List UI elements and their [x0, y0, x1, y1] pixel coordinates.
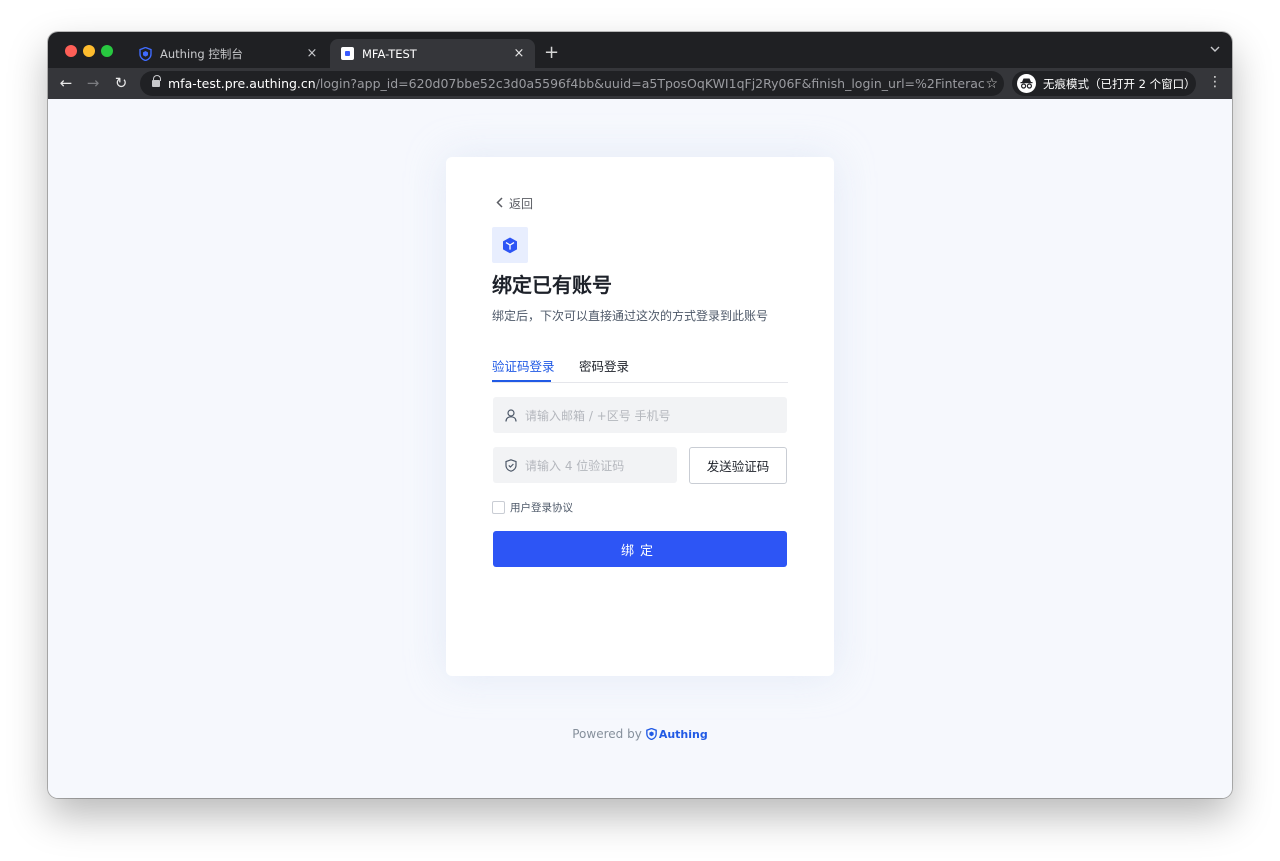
- title-bar: Authing 控制台 × MFA-TEST × +: [48, 32, 1232, 68]
- tab-search-chevron-icon[interactable]: [1210, 44, 1220, 55]
- account-placeholder: 请输入邮箱 / +区号 手机号: [525, 408, 671, 423]
- address-url: mfa-test.pre.authing.cn/login?app_id=620…: [168, 76, 985, 91]
- tab-close-icon[interactable]: ×: [511, 46, 527, 61]
- address-host: mfa-test.pre.authing.cn: [168, 76, 316, 91]
- tab-verification-code-login[interactable]: 验证码登录: [492, 356, 555, 375]
- powered-by-footer: Powered by Authing: [48, 727, 1232, 741]
- agreement-row: 用户登录协议: [492, 500, 573, 515]
- back-button[interactable]: ←: [57, 74, 75, 92]
- page-title: 绑定已有账号: [492, 273, 612, 297]
- tab-title: Authing 控制台: [160, 46, 243, 61]
- shield-check-icon: [504, 458, 518, 472]
- agreement-checkbox[interactable]: [492, 501, 505, 514]
- code-placeholder: 请输入 4 位验证码: [525, 458, 625, 473]
- account-input[interactable]: 请输入邮箱 / +区号 手机号: [493, 397, 787, 433]
- browser-toolbar: ← → ↻ mfa-test.pre.authing.cn/login?app_…: [48, 68, 1232, 99]
- browser-tab-authing-console[interactable]: Authing 控制台 ×: [128, 39, 328, 68]
- lock-icon[interactable]: [152, 75, 161, 88]
- mfa-test-favicon-icon: [340, 47, 354, 61]
- back-label: 返回: [509, 197, 534, 211]
- bookmark-star-icon[interactable]: ☆: [985, 76, 998, 92]
- incognito-indicator[interactable]: 无痕模式（已打开 2 个窗口）: [1012, 71, 1196, 96]
- browser-tab-mfa-test[interactable]: MFA-TEST ×: [330, 39, 535, 68]
- authing-brand-label: Authing: [658, 727, 708, 741]
- back-link[interactable]: 返回: [496, 195, 533, 212]
- page-subtitle: 绑定后，下次可以直接通过这次的方式登录到此账号: [492, 309, 769, 323]
- address-bar[interactable]: mfa-test.pre.authing.cn/login?app_id=620…: [140, 71, 1004, 96]
- chevron-left-icon: [496, 196, 503, 212]
- tab-password-login[interactable]: 密码登录: [579, 356, 629, 375]
- maximize-window-button[interactable]: [101, 45, 113, 57]
- verification-code-input[interactable]: 请输入 4 位验证码: [493, 447, 677, 483]
- powered-by-text: Powered by: [572, 727, 642, 741]
- incognito-label: 无痕模式（已打开 2 个窗口）: [1043, 76, 1196, 91]
- new-tab-button[interactable]: +: [544, 42, 559, 63]
- page-content: 返回 绑定已有账号 绑定后，下次可以直接通过这次的方式登录到此账号 验证码登录 …: [48, 99, 1232, 798]
- address-path: /login?app_id=620d07bbe52c3d0a5596f4bb&u…: [315, 76, 986, 91]
- user-icon: [504, 408, 518, 422]
- browser-menu-button[interactable]: ⋮: [1208, 75, 1222, 89]
- cube-icon: [503, 237, 517, 253]
- reload-button[interactable]: ↻: [112, 74, 130, 92]
- bind-account-card: 返回 绑定已有账号 绑定后，下次可以直接通过这次的方式登录到此账号 验证码登录 …: [446, 157, 834, 676]
- incognito-icon: [1017, 74, 1036, 93]
- agreement-label[interactable]: 用户登录协议: [510, 500, 573, 515]
- authing-logo-icon: [645, 728, 657, 740]
- send-code-button[interactable]: 发送验证码: [689, 447, 787, 484]
- tab-close-icon[interactable]: ×: [304, 46, 320, 61]
- login-method-tabs: 验证码登录 密码登录: [492, 353, 788, 383]
- active-tab-indicator: [492, 380, 551, 382]
- browser-window: Authing 控制台 × MFA-TEST × + ← → ↻ mfa-tes…: [48, 32, 1232, 798]
- tab-title: MFA-TEST: [362, 46, 417, 61]
- authing-shield-icon: [138, 46, 152, 61]
- bind-button[interactable]: 绑定: [493, 531, 787, 567]
- forward-button[interactable]: →: [84, 74, 102, 92]
- minimize-window-button[interactable]: [83, 45, 95, 57]
- authing-brand[interactable]: Authing: [645, 727, 708, 741]
- app-logo: [492, 227, 528, 263]
- close-window-button[interactable]: [65, 45, 77, 57]
